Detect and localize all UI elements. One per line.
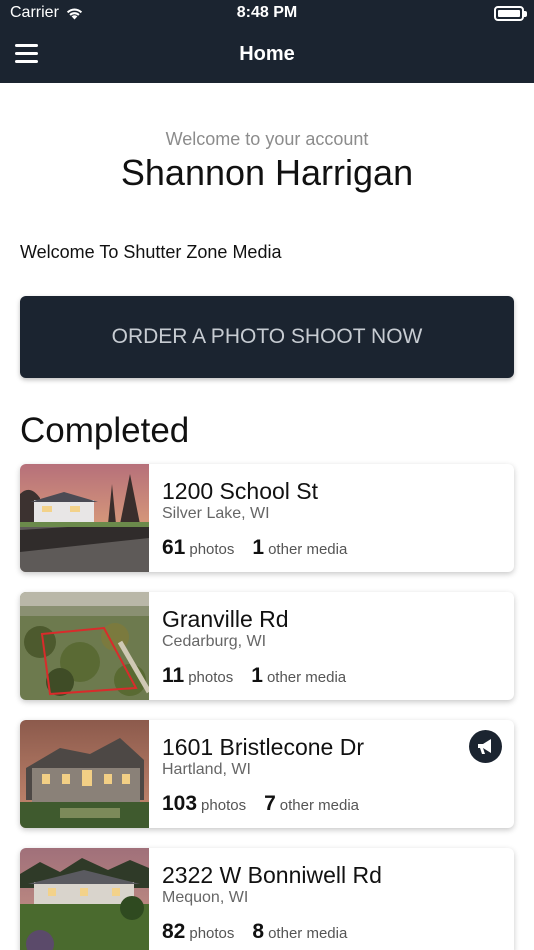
photo-count: 82 bbox=[162, 920, 186, 943]
battery-icon bbox=[494, 6, 527, 21]
listing-photo bbox=[20, 848, 149, 950]
listing-stats: 61 photos 1 other media bbox=[162, 536, 347, 560]
photo-count: 61 bbox=[162, 536, 186, 559]
welcome-subtitle: Welcome to your account bbox=[165, 129, 369, 149]
listing-card[interactable]: 2322 W Bonniwell Rd Mequon, WI 82 photos 8… bbox=[20, 848, 514, 950]
listing-city: Cedarburg, WI bbox=[162, 633, 267, 650]
user-name: Shannon Harrigan bbox=[120, 152, 414, 193]
listing-card[interactable]: Granville Rd Cedarburg, WI 11 photos 1 othe… bbox=[20, 592, 514, 700]
photo-count-label: photos bbox=[188, 669, 234, 686]
nav-bar: Home bbox=[0, 27, 534, 83]
listing-address: 1601 Bristlecone Dr bbox=[162, 734, 364, 760]
listing-photo bbox=[20, 592, 149, 700]
media-count: 7 bbox=[264, 792, 276, 815]
listing-address: 2322 W Bonniwell Rd bbox=[162, 862, 382, 888]
status-bar: Carrier 8:48 PM bbox=[0, 0, 534, 27]
listing-card[interactable]: 1601 Bristlecone Dr Hartland, WI 103 phot… bbox=[20, 720, 514, 828]
order-photo-shoot-button[interactable]: ORDER A PHOTO SHOOT NOW bbox=[20, 296, 514, 378]
media-count-label: other media bbox=[279, 797, 359, 814]
welcome-message: Welcome To Shutter Zone Media bbox=[20, 242, 282, 262]
media-count-label: other media bbox=[268, 541, 348, 558]
media-count: 8 bbox=[252, 920, 265, 943]
listing-city: Silver Lake, WI bbox=[162, 505, 270, 522]
listing-address: 1200 School St bbox=[162, 478, 319, 504]
photo-count-label: photos bbox=[201, 797, 247, 814]
page-title: Home bbox=[239, 43, 295, 65]
megaphone-icon[interactable] bbox=[469, 730, 502, 763]
listing-address: Granville Rd bbox=[162, 606, 289, 632]
photo-count: 103 bbox=[162, 792, 198, 815]
clock: 8:48 PM bbox=[236, 4, 298, 21]
listing-city: Mequon, WI bbox=[162, 889, 249, 906]
listing-card[interactable]: 1200 School St Silver Lake, WI 61 photos 1… bbox=[20, 464, 514, 572]
listing-stats: 103 photos 7 other media bbox=[162, 792, 359, 816]
listing-photo bbox=[20, 464, 149, 572]
listing-city: Hartland, WI bbox=[162, 761, 251, 778]
media-count-label: other media bbox=[266, 669, 347, 686]
listing-stats: 11 photos 1 other media bbox=[162, 664, 346, 688]
media-count: 1 bbox=[251, 664, 263, 687]
photo-count-label: photos bbox=[189, 541, 235, 558]
completed-section-title: Completed bbox=[20, 411, 190, 450]
media-count-label: other media bbox=[268, 925, 348, 942]
media-count: 1 bbox=[252, 536, 265, 559]
listing-photo bbox=[20, 720, 149, 828]
photo-count: 11 bbox=[162, 664, 185, 687]
listing-stats: 82 photos 8 other media bbox=[162, 920, 347, 944]
photo-count-label: photos bbox=[189, 925, 235, 942]
